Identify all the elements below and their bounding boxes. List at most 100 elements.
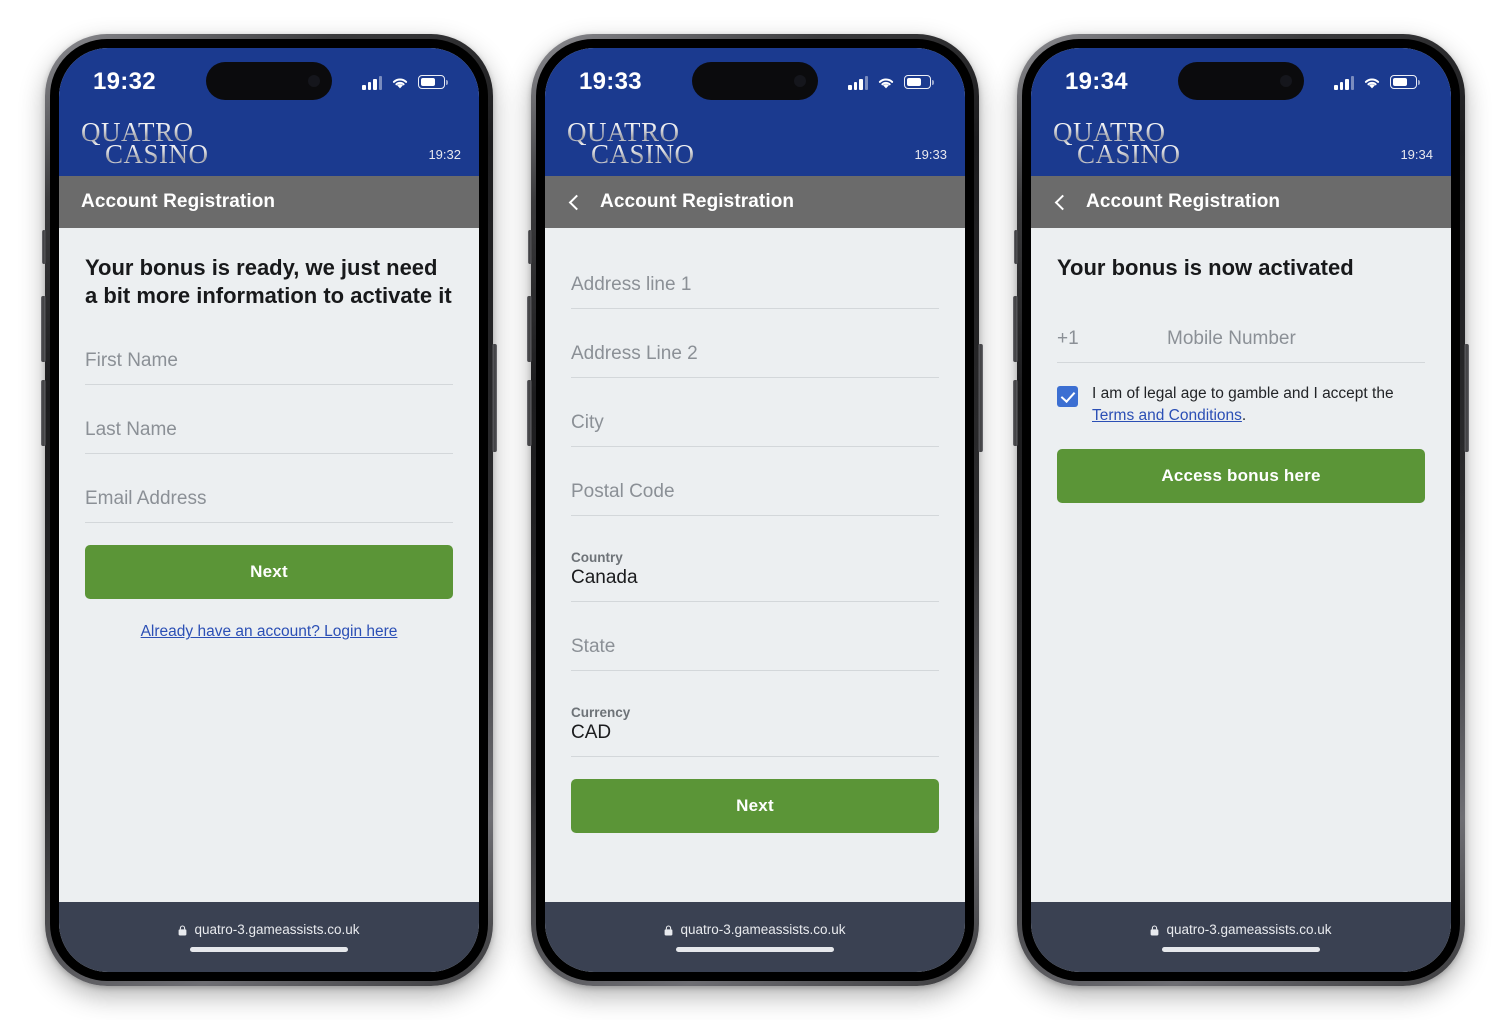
terms-and-conditions-link[interactable]: Terms and Conditions [1092,407,1242,424]
address-line-1-placeholder: Address line 1 [571,274,692,295]
lock-icon-1 [178,924,187,936]
email-address-field[interactable]: Email Address [85,454,453,524]
first-name-placeholder: First Name [85,350,178,372]
power-button-3[interactable] [1464,344,1469,452]
volume-down-button-2[interactable] [527,380,532,446]
volume-up-button-1[interactable] [41,296,46,362]
signal-bars-icon-3 [1334,75,1354,90]
phone-frame-2: 19:33 QUATRO CASINO 19:33 Account Regist… [527,34,983,986]
lock-icon-3 [1150,924,1159,936]
power-button-1[interactable] [492,344,497,452]
status-bar-3: 19:34 [1031,48,1451,110]
phone-frame-1: 19:32 QUATRO CASINO 19:32 Account Regist… [41,34,497,986]
lock-icon-2 [664,924,673,936]
page-title-2: Account Registration [600,191,795,212]
page-title-bar-2: Account Registration [545,176,965,228]
mobile-number-field[interactable]: +1 Mobile Number [1057,288,1425,364]
next-button-wrap-1: Next [85,523,453,600]
chevron-left-icon-2[interactable] [568,194,585,210]
age-consent-checkbox[interactable] [1057,386,1078,408]
form-heading-3: Your bonus is now activated [1057,255,1354,280]
status-time-2: 19:33 [579,68,642,95]
quatro-casino-logo-3[interactable]: QUATRO CASINO [1053,118,1181,167]
chevron-left-icon-3[interactable] [1054,194,1071,210]
url-row-3[interactable]: quatro-3.gameassists.co.uk [1150,922,1332,937]
volume-up-button-2[interactable] [527,296,532,362]
silent-switch-2[interactable] [528,230,532,264]
postal-code-placeholder: Postal Code [571,481,675,502]
home-indicator-2[interactable] [676,947,834,952]
age-consent-row: I am of legal age to gamble and I accept… [1057,363,1425,427]
status-bar-2: 19:33 [545,48,965,110]
status-icons-2 [848,75,934,90]
signal-bars-icon-2 [848,75,868,90]
url-row-2[interactable]: quatro-3.gameassists.co.uk [664,922,846,937]
battery-icon-3 [1390,75,1420,89]
postal-code-field[interactable]: Postal Code [571,447,939,516]
state-field[interactable]: State [571,602,939,671]
next-button-1[interactable]: Next [85,545,453,600]
currency-field[interactable]: Currency CAD [571,671,939,757]
front-camera-icon-1 [308,75,320,87]
phone-bezel-1: 19:32 QUATRO CASINO 19:32 Account Regist… [50,39,488,981]
brand-clock-2: 19:33 [914,147,947,162]
access-bonus-button[interactable]: Access bonus here [1057,449,1425,504]
volume-down-button-1[interactable] [41,380,46,446]
address-line-2-field[interactable]: Address Line 2 [571,309,939,378]
brand-header-1: QUATRO CASINO 19:32 [59,110,479,176]
browser-url-bar-1: quatro-3.gameassists.co.uk [59,902,479,972]
last-name-field[interactable]: Last Name [85,385,453,455]
first-name-field[interactable]: First Name [85,316,453,386]
brand-header-2: QUATRO CASINO 19:33 [545,110,965,176]
page-title-bar-3: Account Registration [1031,176,1451,228]
phone-bezel-3: 19:34 QUATRO CASINO 19:34 Account Regist… [1022,39,1460,981]
dynamic-island-2 [692,62,818,100]
home-indicator-3[interactable] [1162,947,1320,952]
status-time-1: 19:32 [93,68,156,95]
phone-frame-3: 19:34 QUATRO CASINO 19:34 Account Regist… [1013,34,1469,986]
form-heading-1: Your bonus is ready, we just need a bit … [85,255,452,309]
url-row-1[interactable]: quatro-3.gameassists.co.uk [178,922,360,937]
screen-1: 19:32 QUATRO CASINO 19:32 Account Regist… [59,48,479,972]
consent-text-after: . [1241,407,1247,425]
page-title-bar-1: Account Registration [59,176,479,228]
dynamic-island-3 [1178,62,1304,100]
volume-up-button-3[interactable] [1013,296,1018,362]
country-field[interactable]: Country Canada [571,516,939,602]
brand-header-3: QUATRO CASINO 19:34 [1031,110,1451,176]
currency-value: CAD [571,722,612,743]
registration-form-step-2: Address line 1 Address Line 2 City Posta… [545,228,965,902]
mobile-number-placeholder: Mobile Number [1167,328,1296,350]
home-indicator-1[interactable] [190,947,348,952]
signal-bars-icon-1 [362,75,382,90]
dynamic-island-1 [206,62,332,100]
brand-clock-1: 19:32 [428,147,461,162]
brand-clock-3: 19:34 [1400,147,1433,162]
address-line-2-placeholder: Address Line 2 [571,343,698,364]
email-address-placeholder: Email Address [85,488,207,510]
login-link[interactable]: Already have an account? Login here [141,623,398,640]
login-link-wrap: Already have an account? Login here [85,599,453,641]
volume-down-button-3[interactable] [1013,380,1018,446]
silent-switch-3[interactable] [1014,230,1018,264]
silent-switch-1[interactable] [42,230,46,264]
quatro-casino-logo-2[interactable]: QUATRO CASINO [567,118,695,167]
address-line-1-field[interactable]: Address line 1 [571,228,939,309]
city-placeholder: City [571,412,604,433]
url-text-2: quatro-3.gameassists.co.uk [680,922,846,937]
status-bar-1: 19:32 [59,48,479,110]
quatro-casino-logo-1[interactable]: QUATRO CASINO [81,118,209,167]
status-time-3: 19:34 [1065,68,1128,95]
country-code-value: +1 [1057,328,1079,350]
next-button-2[interactable]: Next [571,779,939,833]
city-field[interactable]: City [571,378,939,447]
status-icons-1 [362,75,448,90]
screen-3: 19:34 QUATRO CASINO 19:34 Account Regist… [1031,48,1451,972]
wifi-icon-2 [876,75,896,90]
power-button-2[interactable] [978,344,983,452]
age-consent-text: I am of legal age to gamble and I accept… [1092,383,1425,427]
country-value: Canada [571,567,638,588]
registration-form-step-3: Your bonus is now activated +1 Mobile Nu… [1031,228,1451,902]
url-text-3: quatro-3.gameassists.co.uk [1166,922,1332,937]
next-button-wrap-2: Next [571,757,939,833]
